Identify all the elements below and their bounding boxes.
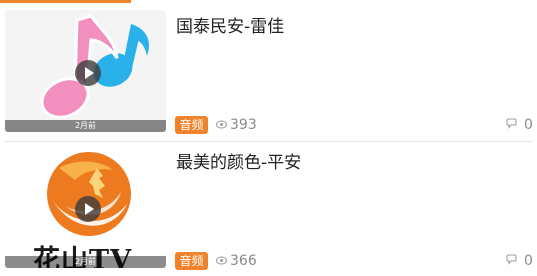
comment-icon[interactable] xyxy=(506,118,517,129)
view-count: 366 xyxy=(230,253,257,269)
audio-badge: 音频 xyxy=(175,252,208,270)
comment-count: 0 xyxy=(524,117,533,133)
comment-count: 0 xyxy=(524,253,533,269)
posted-time: 2月前 xyxy=(74,257,97,266)
eye-icon xyxy=(216,256,227,265)
video-thumbnail[interactable]: 2月前 xyxy=(5,10,166,132)
page: 2月前 国泰民安-雷佳 音频 393 0 花山TV 2月前 最美的颜色-平安 音… xyxy=(0,0,537,276)
posted-time: 2月前 xyxy=(74,121,97,130)
comment-icon[interactable] xyxy=(506,254,517,265)
video-thumbnail[interactable]: 花山TV 2月前 xyxy=(5,146,166,268)
item-title[interactable]: 最美的颜色-平安 xyxy=(176,148,301,173)
list-item[interactable]: 2月前 国泰民安-雷佳 音频 393 0 xyxy=(0,10,537,144)
view-count: 393 xyxy=(230,117,257,133)
list-divider xyxy=(4,141,533,142)
play-icon[interactable] xyxy=(75,196,101,222)
item-title[interactable]: 国泰民安-雷佳 xyxy=(176,12,284,37)
eye-icon xyxy=(216,120,227,129)
active-tab-indicator xyxy=(0,0,131,3)
audio-badge: 音频 xyxy=(175,116,208,134)
play-icon[interactable] xyxy=(75,60,101,86)
list-item[interactable]: 花山TV 2月前 最美的颜色-平安 音频 366 0 xyxy=(0,146,537,276)
